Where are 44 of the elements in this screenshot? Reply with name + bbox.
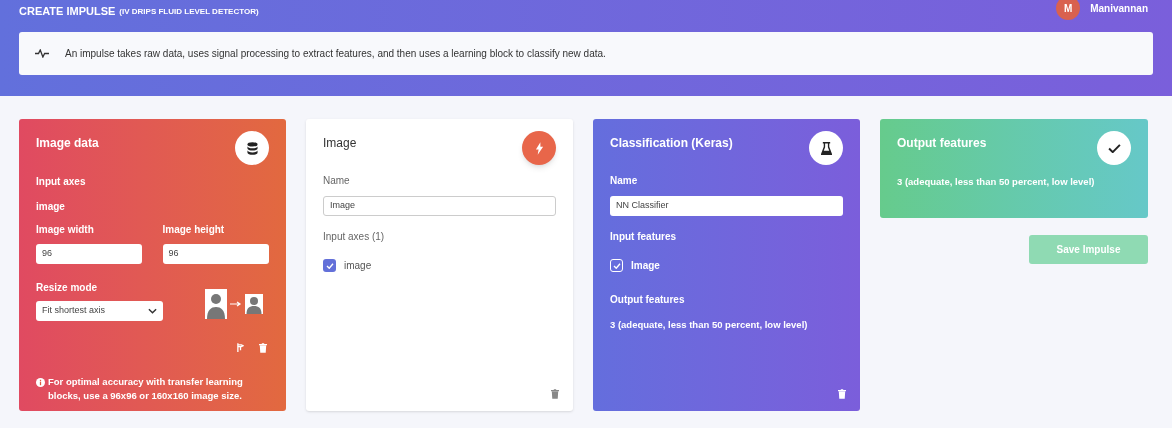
page-subtitle: (IV DRIPS FLUID LEVEL DETECTOR) <box>119 5 259 18</box>
field-label: Name <box>610 174 639 188</box>
checkmark-icon <box>325 262 334 269</box>
resize-dropdown[interactable]: Fit shortest axis <box>36 301 163 321</box>
height-field[interactable]: 96 <box>162 244 269 264</box>
field-label: Output features <box>610 293 686 307</box>
lightning-icon <box>534 141 544 155</box>
info-text: An impulse takes raw data, uses signal processing to extract features, and then uses a learning block to classify new data. <box>65 47 606 61</box>
checkbox[interactable] <box>323 259 336 272</box>
trash-icon <box>838 389 846 399</box>
trash-icon <box>551 389 559 399</box>
field-label: Image width <box>36 223 95 237</box>
info-icon <box>36 378 45 387</box>
output-value: 3 (adequate, less than 50 percent, low level) <box>897 175 1096 189</box>
user-name[interactable]: Manivannan <box>1090 0 1148 16</box>
branch-icon <box>237 343 244 352</box>
field-label: Input axes (1) <box>323 230 386 244</box>
checkbox-label: image <box>344 259 372 273</box>
page-title: CREATE IMPULSE <box>19 3 116 19</box>
checkmark-icon <box>1107 143 1121 153</box>
user-avatar[interactable]: M <box>1056 0 1081 20</box>
checkmark-icon <box>612 262 621 269</box>
field-label: Resize mode <box>36 281 99 295</box>
name-field[interactable]: NN Classifier <box>610 196 843 216</box>
database-icon <box>246 141 258 155</box>
width-field[interactable]: 96 <box>36 244 142 264</box>
field-label: Name <box>323 174 351 188</box>
trash-icon <box>259 343 267 353</box>
name-field[interactable]: Image <box>323 196 556 216</box>
chevron-icon <box>148 308 157 314</box>
block-title: Image data <box>36 135 99 152</box>
axis-value: image <box>36 200 66 214</box>
block-title: Image <box>323 135 357 152</box>
checkbox-label: Image <box>631 259 660 273</box>
flask-icon <box>820 141 832 155</box>
block-title: Output features <box>897 135 987 152</box>
field-label: Input axes <box>36 175 87 189</box>
checkbox[interactable] <box>610 259 623 272</box>
output-value: 3 (adequate, less than 50 percent, low level) <box>610 318 809 332</box>
field-label: Image height <box>162 223 226 237</box>
info-note: For optimal accuracy with transfer learning blocks, use a 96x96 or 160x160 image size. <box>48 375 244 403</box>
block-title: Classification (Keras) <box>610 135 733 152</box>
pulse-icon <box>35 49 49 58</box>
field-label: Input features <box>610 230 678 244</box>
